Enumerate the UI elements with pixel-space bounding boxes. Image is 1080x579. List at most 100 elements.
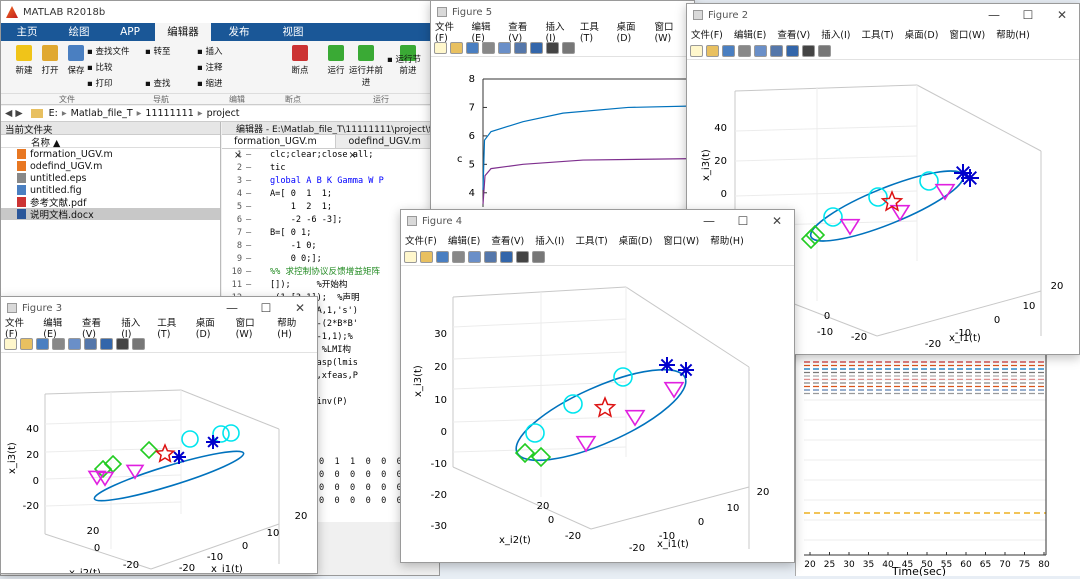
close-button[interactable]: ✕ (1045, 8, 1079, 22)
open-icon[interactable] (420, 250, 433, 263)
pointer-icon[interactable] (116, 337, 129, 350)
file-list-item[interactable]: untitled.eps (1, 172, 220, 184)
new-figure-icon[interactable] (690, 44, 703, 57)
ribbon-tab-3[interactable]: 编辑器 (155, 23, 211, 41)
link-icon[interactable] (498, 41, 511, 54)
menu-item[interactable]: 编辑(E) (448, 233, 480, 247)
menu-item[interactable]: 插入(I) (121, 315, 146, 340)
menu-item[interactable]: 帮助(H) (996, 27, 1030, 41)
close-button[interactable]: ✕ (760, 214, 794, 228)
link-icon[interactable] (754, 44, 767, 57)
menu-item[interactable]: 插入(I) (535, 233, 564, 247)
menu-item[interactable]: 文件(F) (5, 315, 32, 340)
ribbon-small-button-6[interactable]: ▪ 注释 (197, 61, 222, 73)
menu-item[interactable]: 窗口(W) (663, 233, 699, 247)
path-segment[interactable]: Matlab_file_T (71, 108, 133, 119)
new-figure-icon[interactable] (434, 41, 447, 54)
colorbar-icon[interactable] (514, 41, 527, 54)
menu-item[interactable]: 工具(T) (157, 315, 185, 340)
file-column-header[interactable]: 名称 ▲ (1, 135, 220, 149)
menu-item[interactable]: 桌面(D) (905, 27, 939, 41)
menu-item[interactable]: 帮助(H) (710, 233, 744, 247)
path-segment[interactable]: 11111111 (145, 108, 193, 119)
editor-tab[interactable]: odefind_UGV.m × (336, 135, 441, 161)
path-segment[interactable]: E: (49, 108, 58, 119)
ribbon-small-button-4[interactable]: ▪ 查找 (145, 77, 170, 89)
menu-item[interactable]: 文件(F) (435, 19, 460, 44)
print-icon[interactable] (482, 41, 495, 54)
menu-item[interactable]: 窗口(W) (949, 27, 985, 41)
link-icon[interactable] (468, 250, 481, 263)
ribbon-small-button-0[interactable]: ▪ 查找文件 (87, 45, 129, 57)
legend-icon[interactable] (530, 41, 543, 54)
plot-browser-icon[interactable] (132, 337, 145, 350)
new-figure-icon[interactable] (404, 250, 417, 263)
maximize-button[interactable]: ☐ (1011, 8, 1045, 22)
ribbon-small-button-2[interactable]: ▪ 打印 (87, 77, 112, 89)
ribbon-tab-4[interactable]: 发布 (211, 23, 267, 41)
new-figure-icon[interactable] (4, 337, 17, 350)
pointer-icon[interactable] (802, 44, 815, 57)
legend-icon[interactable] (100, 337, 113, 350)
plot-browser-icon[interactable] (818, 44, 831, 57)
path-segment[interactable]: project (207, 108, 240, 119)
menu-item[interactable]: 桌面(D) (619, 233, 653, 247)
ribbon-small-button-1[interactable]: ▪ 比较 (87, 61, 112, 73)
ribbon-tab-2[interactable]: APP (105, 23, 155, 41)
print-icon[interactable] (52, 337, 65, 350)
menu-item[interactable]: 编辑(E) (471, 19, 497, 44)
plot-browser-icon[interactable] (532, 250, 545, 263)
ribbon-small-button-5[interactable]: ▪ 插入 (197, 45, 222, 57)
minimize-button[interactable]: — (692, 214, 726, 228)
menu-item[interactable]: 窗口(W) (654, 19, 683, 44)
menu-item[interactable]: 查看(V) (491, 233, 524, 247)
menu-item[interactable]: 帮助(H) (277, 315, 306, 340)
maximize-button[interactable]: ☐ (726, 214, 760, 228)
file-list-item[interactable]: odefind_UGV.m (1, 160, 220, 172)
menu-item[interactable]: 工具(T) (861, 27, 893, 41)
pointer-icon[interactable] (516, 250, 529, 263)
menu-item[interactable]: 工具(T) (580, 19, 606, 44)
ribbon-tab-0[interactable]: 主页 (1, 23, 53, 41)
link-icon[interactable] (68, 337, 81, 350)
colorbar-icon[interactable] (84, 337, 97, 350)
open-icon[interactable] (20, 337, 33, 350)
legend-icon[interactable] (786, 44, 799, 57)
maximize-button[interactable]: ☐ (249, 301, 283, 315)
file-list-item[interactable]: 说明文档.docx (1, 208, 220, 221)
minimize-button[interactable]: — (977, 8, 1011, 22)
legend-icon[interactable] (500, 250, 513, 263)
ribbon-tab-5[interactable]: 视图 (267, 23, 319, 41)
back-arrow-icon[interactable]: ◀ ▶ (5, 108, 23, 119)
plot-browser-icon[interactable] (562, 41, 575, 54)
menu-item[interactable]: 编辑(E) (734, 27, 766, 41)
ribbon-small-button-7[interactable]: ▪ 缩进 (197, 77, 222, 89)
menu-item[interactable]: 插入(I) (546, 19, 569, 44)
ribbon-small-button-8[interactable]: ▪ 运行节 (387, 53, 421, 65)
menu-item[interactable]: 查看(V) (82, 315, 110, 340)
open-icon[interactable] (706, 44, 719, 57)
menu-item[interactable]: 查看(V) (508, 19, 534, 44)
close-button[interactable]: ✕ (283, 301, 317, 315)
menu-item[interactable]: 插入(I) (821, 27, 850, 41)
menu-item[interactable]: 桌面(D) (617, 19, 644, 44)
menu-item[interactable]: 查看(V) (777, 27, 810, 41)
editor-tab[interactable]: formation_UGV.m × (222, 135, 337, 161)
menu-item[interactable]: 文件(F) (405, 233, 437, 247)
colorbar-icon[interactable] (770, 44, 783, 57)
menu-item[interactable]: 文件(F) (691, 27, 723, 41)
colorbar-icon[interactable] (484, 250, 497, 263)
save-icon[interactable] (722, 44, 735, 57)
open-icon[interactable] (450, 41, 463, 54)
ribbon-tab-1[interactable]: 绘图 (53, 23, 105, 41)
print-icon[interactable] (452, 250, 465, 263)
save-icon[interactable] (466, 41, 479, 54)
file-list-item[interactable]: formation_UGV.m (1, 148, 220, 160)
address-bar[interactable]: ◀ ▶ E: ▸ Matlab_file_T ▸ 11111111 ▸ project (1, 106, 441, 122)
save-icon[interactable] (436, 250, 449, 263)
ribbon-small-button-3[interactable]: ▪ 转至 (145, 45, 170, 57)
menu-item[interactable]: 工具(T) (575, 233, 607, 247)
menu-item[interactable]: 桌面(D) (196, 315, 225, 340)
menu-item[interactable]: 窗口(W) (236, 315, 267, 340)
minimize-button[interactable]: — (215, 301, 249, 315)
